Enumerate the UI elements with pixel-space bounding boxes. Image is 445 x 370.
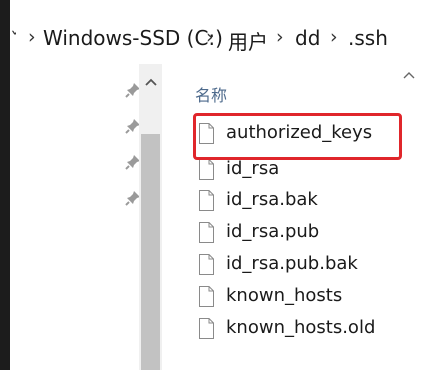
chevron-up-icon[interactable]: [402, 70, 416, 80]
file-name: id_rsa.bak: [226, 189, 318, 210]
list-item[interactable]: id_rsa.pub.bak: [196, 250, 436, 280]
file-icon: [199, 190, 214, 211]
file-name: known_hosts: [226, 285, 343, 306]
truncated-crumb: ˇ: [10, 28, 16, 48]
chevron-right-icon[interactable]: ›: [276, 26, 284, 48]
list-item[interactable]: id_rsa.pub: [196, 218, 436, 248]
highlight-box: [193, 113, 402, 160]
breadcrumb-drive[interactable]: Windows-SSD (C:): [43, 26, 223, 50]
file-name: id_rsa.pub: [226, 221, 320, 242]
list-item[interactable]: known_hosts: [196, 282, 436, 312]
file-name: id_rsa: [226, 158, 280, 179]
file-icon: [199, 254, 214, 275]
breadcrumb-users[interactable]: 用户: [228, 26, 268, 55]
address-bar[interactable]: ˇ › Windows-SSD (C:) › 用户 › dd › .ssh: [10, 12, 445, 65]
file-list: 名称 authorized_keys id_rsa id_rsa.bak id_…: [162, 64, 445, 370]
breadcrumb-dd[interactable]: dd: [295, 26, 320, 50]
chevron-right-icon[interactable]: ›: [28, 26, 36, 48]
scrollbar-thumb[interactable]: [141, 134, 160, 370]
list-item[interactable]: known_hosts.old: [196, 314, 436, 344]
chevron-right-icon[interactable]: ›: [330, 26, 338, 48]
file-name: known_hosts.old: [226, 317, 376, 338]
chevron-right-icon[interactable]: ›: [206, 26, 214, 48]
scroll-up-button[interactable]: [139, 70, 162, 94]
navigation-scrollbar[interactable]: [139, 64, 162, 370]
window-edge: [0, 0, 10, 370]
list-item[interactable]: id_rsa.bak: [196, 186, 436, 216]
file-icon: [199, 159, 214, 180]
file-icon: [199, 318, 214, 339]
column-header-name[interactable]: 名称: [195, 82, 227, 106]
file-icon: [199, 286, 214, 307]
chevron-up-icon: [144, 78, 157, 86]
breadcrumb-ssh[interactable]: .ssh: [348, 26, 388, 50]
file-icon: [199, 222, 214, 243]
file-name: id_rsa.pub.bak: [226, 253, 358, 274]
